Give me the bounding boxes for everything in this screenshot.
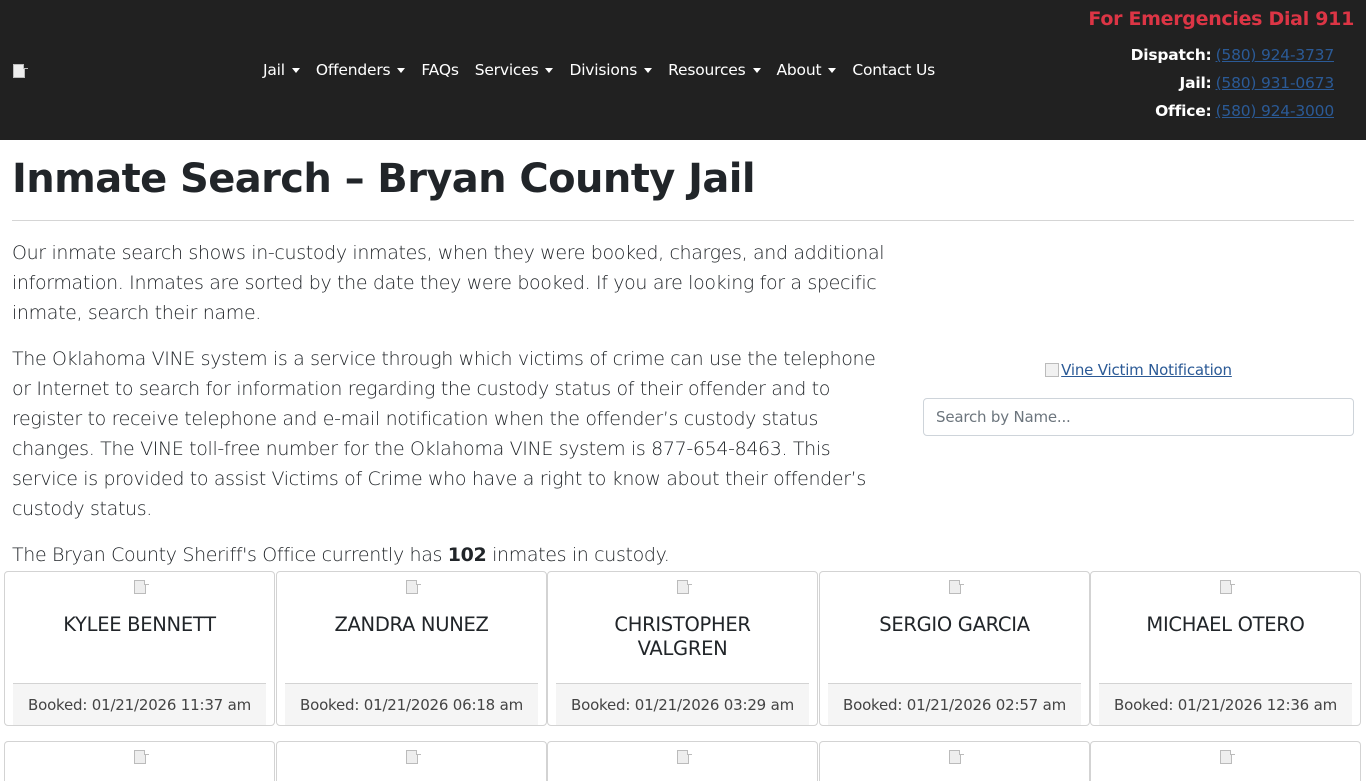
jail-phone-link[interactable]: (580) 931-0673 <box>1216 74 1335 92</box>
inmate-card[interactable] <box>547 741 818 781</box>
inmate-photo <box>948 750 964 764</box>
inmate-card[interactable] <box>276 741 547 781</box>
contact-label: Dispatch: <box>1130 46 1212 64</box>
inmate-card[interactable] <box>819 741 1090 781</box>
inmate-count-text: The Bryan County Sheriff's Office curren… <box>12 544 670 566</box>
inmate-count: 102 <box>447 544 487 566</box>
sidebar: Vine Victim Notification <box>923 355 1354 436</box>
inmate-card[interactable]: CHRISTOPHER VALGREN Booked: 01/21/2026 0… <box>547 571 818 726</box>
nav-item-offenders[interactable]: Offenders <box>316 61 406 79</box>
inmate-photo <box>1219 750 1235 764</box>
inmate-photo <box>405 750 421 764</box>
inmate-card[interactable]: ZANDRA NUNEZ Booked: 01/21/2026 06:18 am <box>276 571 547 726</box>
inmate-photo <box>676 580 692 594</box>
nav-label: Divisions <box>569 61 638 79</box>
broken-image-icon <box>1045 363 1060 377</box>
vine-paragraph: The Oklahoma VINE system is a service th… <box>12 348 876 520</box>
nav-item-services[interactable]: Services <box>475 61 554 79</box>
inmate-photo <box>1219 580 1235 594</box>
caret-down-icon <box>397 68 406 73</box>
contact-list: Dispatch: (580) 924-3737 Jail: (580) 931-0… <box>1074 43 1335 127</box>
site-header: Jail Offenders FAQs Services Divisions R… <box>0 0 1366 140</box>
contact-office: Office: (580) 924-3000 <box>1074 99 1334 127</box>
caret-down-icon <box>752 68 761 73</box>
nav-label: Jail <box>263 61 285 79</box>
inmate-card[interactable]: KYLEE BENNETT Booked: 01/21/2026 11:37 a… <box>4 571 275 726</box>
booked-date: Booked: 01/21/2026 03:29 am <box>556 683 809 725</box>
nav-item-about[interactable]: About <box>777 61 837 79</box>
vine-notification-link[interactable]: Vine Victim Notification <box>923 355 1354 385</box>
caret-down-icon <box>644 68 653 73</box>
nav-item-contact-us[interactable]: Contact Us <box>852 61 935 79</box>
site-logo[interactable] <box>12 64 28 78</box>
emergency-notice: For Emergencies Dial 911 <box>1088 8 1354 30</box>
nav-label: About <box>776 61 822 79</box>
inmate-card[interactable] <box>4 741 275 781</box>
nav-item-jail[interactable]: Jail <box>263 61 300 79</box>
inmate-name: KYLEE BENNETT <box>63 613 216 636</box>
nav-item-divisions[interactable]: Divisions <box>569 61 653 79</box>
inmate-name: ZANDRA NUNEZ <box>334 613 489 636</box>
page-title: Inmate Search – Bryan County Jail <box>12 156 756 202</box>
booked-date: Booked: 01/21/2026 02:57 am <box>828 683 1081 725</box>
inmate-photo <box>133 580 149 594</box>
contact-jail: Jail: (580) 931-0673 <box>1074 71 1335 99</box>
inmate-name: SERGIO GARCIA <box>879 613 1030 636</box>
contact-label: Office: <box>1155 102 1212 120</box>
title-divider <box>12 220 1354 221</box>
inmate-photo <box>676 750 692 764</box>
nav-label: Resources <box>668 61 746 79</box>
inmate-photo <box>133 750 149 764</box>
dispatch-phone-link[interactable]: (580) 924-3737 <box>1216 46 1335 64</box>
main-nav: Jail Offenders FAQs Services Divisions R… <box>263 58 935 82</box>
inmate-card[interactable]: MICHAEL OTERO Booked: 01/21/2026 12:36 a… <box>1090 571 1361 726</box>
nav-item-resources[interactable]: Resources <box>668 61 761 79</box>
search-input[interactable] <box>923 398 1354 436</box>
booked-date: Booked: 01/21/2026 12:36 am <box>1099 683 1352 725</box>
nav-item-faqs[interactable]: FAQs <box>421 61 459 79</box>
nav-label: Offenders <box>315 61 391 79</box>
vine-link-label: Vine Victim Notification <box>1061 361 1232 379</box>
inmate-card[interactable] <box>1090 741 1361 781</box>
nav-label: Services <box>474 61 539 79</box>
inmate-photo <box>405 580 421 594</box>
contact-dispatch: Dispatch: (580) 924-3737 <box>1074 43 1335 71</box>
booked-date: Booked: 01/21/2026 11:37 am <box>13 683 266 725</box>
office-phone-link[interactable]: (580) 924-3000 <box>1216 102 1335 120</box>
intro-paragraph: Our inmate search shows in-custody inmat… <box>12 242 885 324</box>
contact-label: Jail: <box>1179 74 1212 92</box>
inmate-card[interactable]: SERGIO GARCIA Booked: 01/21/2026 02:57 a… <box>819 571 1090 726</box>
inmate-name: CHRISTOPHER VALGREN <box>614 613 751 660</box>
inmate-photo <box>948 580 964 594</box>
booked-date: Booked: 01/21/2026 06:18 am <box>285 683 538 725</box>
intro-text: Our inmate search shows in-custody inmat… <box>12 238 897 586</box>
caret-down-icon <box>291 68 300 73</box>
nav-label: FAQs <box>421 61 459 79</box>
caret-down-icon <box>828 68 837 73</box>
inmate-name: MICHAEL OTERO <box>1146 613 1305 636</box>
caret-down-icon <box>545 68 554 73</box>
nav-label: Contact Us <box>852 61 935 79</box>
